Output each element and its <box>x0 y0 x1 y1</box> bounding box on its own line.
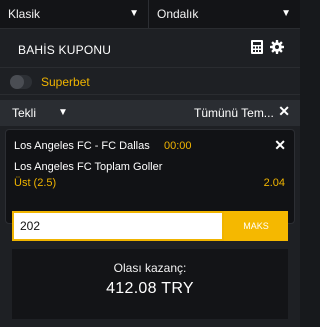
clear-all-icon[interactable]: ✕ <box>278 103 290 120</box>
calculator-icon[interactable] <box>251 40 263 54</box>
superbet-toggle[interactable] <box>10 75 32 89</box>
clear-all-button[interactable]: Tümünü Tem... <box>194 106 274 120</box>
bet-slip-title: BAHİS KUPONU <box>18 43 112 57</box>
potential-winnings-value: 412.08 TRY <box>106 280 194 297</box>
top-selects: Klasik ▼ Ondalık ▼ <box>0 0 300 28</box>
format-select[interactable]: Klasik ▼ <box>0 0 149 28</box>
superbet-label: Superbet <box>41 75 90 89</box>
market-name: Los Angeles FC Toplam Goller <box>14 161 163 173</box>
caret-down-icon: ▼ <box>129 8 139 19</box>
superbet-row: Superbet <box>0 67 300 95</box>
gear-icon[interactable] <box>270 40 284 54</box>
odds-format-select[interactable]: Ondalık ▼ <box>149 0 300 28</box>
caret-down-icon[interactable]: ▼ <box>58 107 68 118</box>
potential-winnings-label: Olası kazanç: <box>113 261 187 275</box>
odds-format-select-value: Ondalık <box>157 7 199 21</box>
bet-selection-card: Los Angeles FC - FC Dallas 00:00 ✕ Los A… <box>5 129 295 224</box>
stake-input[interactable] <box>12 211 224 241</box>
match-time: 00:00 <box>164 140 192 152</box>
caret-down-icon: ▼ <box>281 8 291 19</box>
match-name: Los Angeles FC - FC Dallas <box>14 140 150 152</box>
selection-odds: 2.04 <box>263 177 285 189</box>
bet-type-select[interactable]: Tekli <box>12 106 36 120</box>
bet-type-bar: Tekli ▼ Tümünü Tem... ✕ <box>0 100 300 126</box>
max-stake-button[interactable]: MAKS <box>224 211 288 241</box>
format-select-value: Klasik <box>8 7 41 21</box>
potential-winnings: Olası kazanç: 412.08 TRY <box>12 249 288 319</box>
remove-selection-icon[interactable]: ✕ <box>274 137 286 154</box>
selection-name: Üst (2.5) <box>14 177 57 189</box>
toggle-knob <box>10 75 24 89</box>
